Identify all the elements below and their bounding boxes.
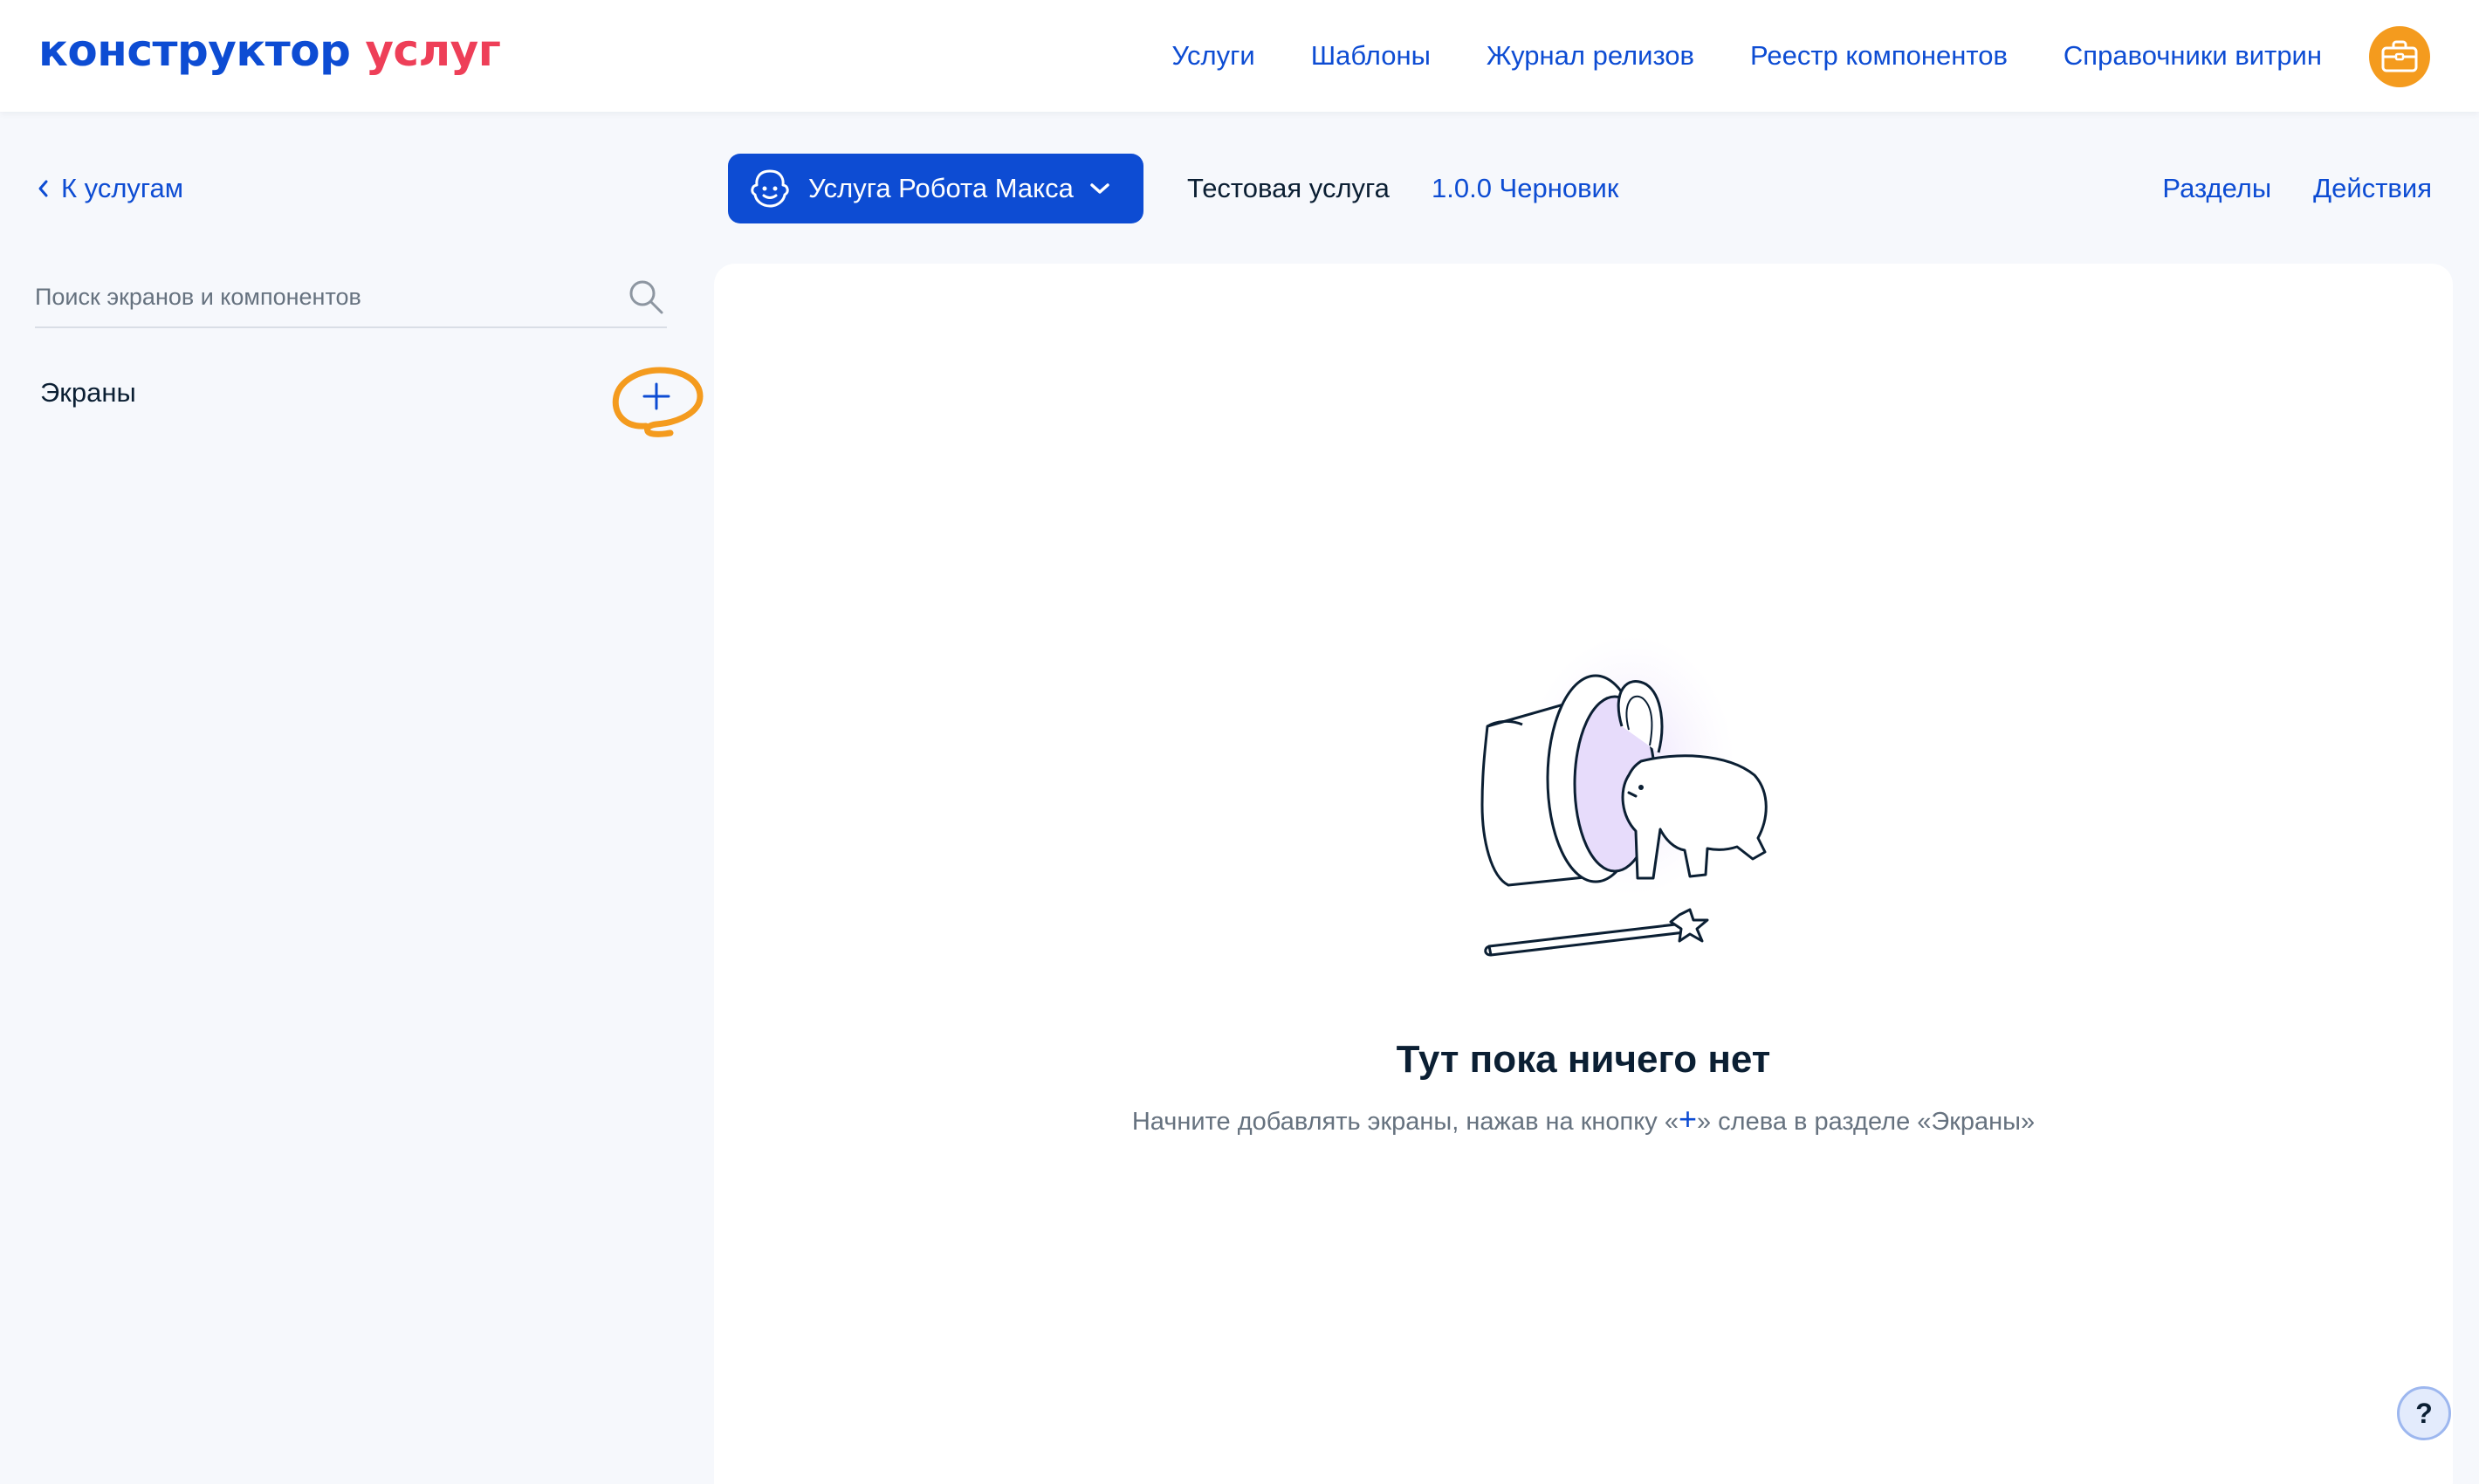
sidebar-search bbox=[35, 271, 667, 328]
chevron-down-icon bbox=[1090, 183, 1109, 194]
help-button[interactable]: ? bbox=[2397, 1386, 2451, 1440]
nav-item-templates[interactable]: Шаблоны bbox=[1311, 35, 1431, 77]
profile-button[interactable] bbox=[2369, 26, 2430, 87]
service-selector-label: Услуга Робота Макса bbox=[808, 173, 1074, 203]
back-link-label: К услугам bbox=[61, 173, 184, 203]
empty-hint-plus: + bbox=[1678, 1101, 1697, 1137]
main-nav: Услуги Шаблоны Журнал релизов Реестр ком… bbox=[1171, 35, 2322, 77]
logo-word-services: услуг bbox=[365, 25, 501, 76]
main-content-panel: Тут пока ничего нет Начните добавлять эк… bbox=[714, 264, 2453, 1484]
nav-item-release-log[interactable]: Журнал релизов bbox=[1487, 35, 1694, 77]
nav-item-showcase-directories[interactable]: Справочники витрин bbox=[2064, 35, 2322, 77]
service-name: Тестовая услуга bbox=[1187, 173, 1390, 203]
chevron-left-icon bbox=[38, 180, 48, 197]
actions-link[interactable]: Действия bbox=[2313, 168, 2432, 210]
top-header: конструктор услуг Услуги Шаблоны Журнал … bbox=[0, 0, 2479, 112]
empty-hint-text-start: Начните добавлять экраны, нажав на кнопк… bbox=[1131, 1108, 1679, 1136]
sections-link[interactable]: Разделы bbox=[2162, 168, 2271, 210]
magic-hat-rabbit-illustration bbox=[1480, 635, 1768, 957]
back-to-services-link[interactable]: К услугам bbox=[37, 168, 183, 210]
empty-state-title: Тут пока ничего нет bbox=[1396, 1038, 1771, 1081]
briefcase-icon bbox=[2381, 40, 2418, 72]
robot-face-icon bbox=[751, 169, 789, 208]
plus-icon bbox=[612, 367, 704, 437]
subheader-actions: Разделы Действия bbox=[2162, 168, 2432, 210]
logo-word-constructor: конструктор bbox=[38, 25, 351, 76]
version-status-link[interactable]: 1.0.0 Черновик bbox=[1432, 168, 1618, 210]
add-screen-button[interactable] bbox=[606, 358, 707, 442]
service-selector-button[interactable]: Услуга Робота Макса bbox=[728, 154, 1143, 223]
screens-section-title: Экраны bbox=[40, 377, 136, 408]
empty-state-hint: Начните добавлять экраны, нажав на кнопк… bbox=[714, 1100, 2453, 1141]
search-icon[interactable] bbox=[627, 278, 665, 316]
search-input[interactable] bbox=[35, 271, 594, 323]
app-logo[interactable]: конструктор услуг bbox=[38, 23, 501, 79]
empty-hint-text-end: » слева в разделе «Экраны» bbox=[1697, 1108, 2036, 1136]
nav-item-component-registry[interactable]: Реестр компонентов bbox=[1750, 35, 2008, 77]
nav-item-services[interactable]: Услуги bbox=[1171, 35, 1254, 77]
